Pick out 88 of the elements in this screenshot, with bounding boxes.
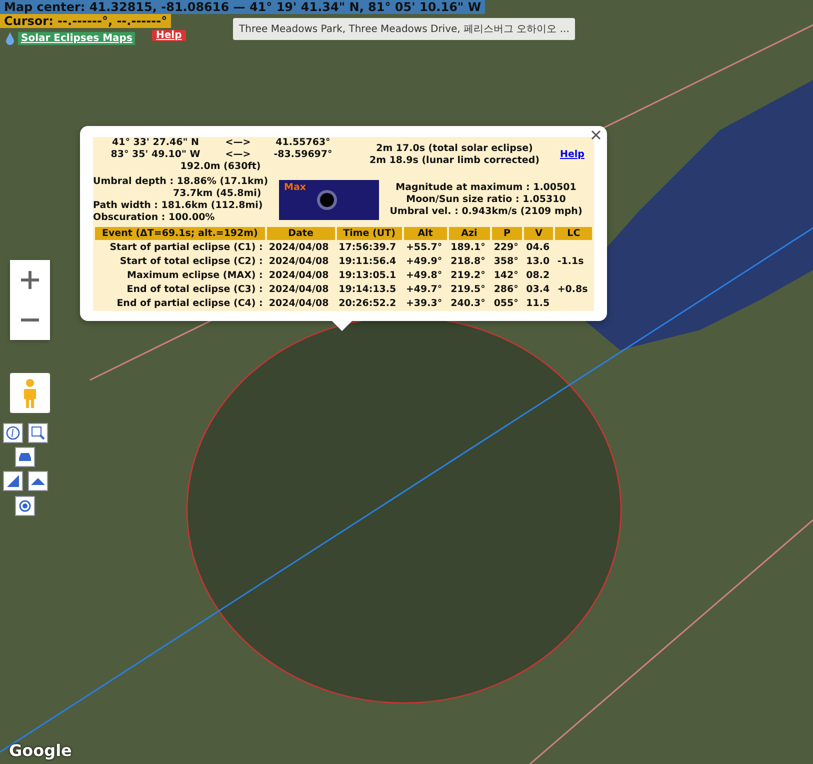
table-cell-text: Start of total eclipse (C2) : (118, 255, 264, 268)
arrow-symbol: <—> (224, 149, 252, 161)
compass-icon (6, 426, 20, 440)
umbra-text: Path width : 181.6km (112.8mi) (93, 200, 263, 212)
umbra-text: Umbral depth : 18.86% (17.1km) (93, 176, 268, 188)
table-cell-text: 11.5 (525, 297, 551, 310)
table-cell-text: 358° (492, 255, 520, 268)
crosshair-icon (18, 499, 32, 513)
umbra-text: 73.7km (45.8mi) (172, 188, 262, 200)
table-cell-text: +49.8° (404, 269, 444, 282)
map-logo: Google (9, 741, 72, 760)
table-cell-text: Maximum eclipse (MAX) : (126, 269, 264, 282)
table-cell-text: 03.4 (525, 283, 551, 296)
table-cell-text: +55.7° (404, 241, 444, 254)
column-header: Event (ΔT=69.1s; alt.=192m) (95, 227, 265, 240)
coordinate-dms: 41° 33' 27.46" N (111, 137, 200, 149)
terrain-button[interactable] (28, 471, 48, 491)
plus-icon (21, 271, 39, 289)
car-button[interactable] (15, 447, 35, 467)
table-cell-text: 19:14:13.5 (338, 283, 398, 296)
table-cell-text: 240.3° (450, 297, 486, 310)
table-cell-text: 13.0 (525, 255, 551, 268)
table-cell-text: Start of partial eclipse (C1) : (108, 241, 264, 254)
zoom-box-button[interactable] (28, 423, 48, 443)
table-cell-text: 2024/04/08 (268, 255, 330, 268)
table-cell-text: 2024/04/08 (268, 297, 330, 310)
table-cell-text: 2024/04/08 (268, 283, 330, 296)
help-link[interactable]: Help (152, 30, 186, 41)
table-cell-text: 20:26:52.2 (338, 297, 398, 310)
table-cell-text: 189.1° (450, 241, 486, 254)
umbra-text: Obscuration : 100.00% (93, 212, 215, 224)
help-link[interactable]: Help (560, 149, 594, 161)
table-cell-text: 142° (492, 269, 520, 282)
table-cell-text: 055° (492, 297, 520, 310)
place-tooltip: Three Meadows Park, Three Meadows Drive, 페리스버그 오하이오 ... (233, 18, 576, 40)
map-center-readout: Map center: 41.32815, -81.08616 — 41° 19' 41.34" N, 81° 05' 10.16" W (0, 0, 486, 14)
column-header: Azi (448, 227, 490, 240)
table-cell-text: 219.5° (450, 283, 486, 296)
table-cell-text: 04.6 (525, 241, 551, 254)
table-cell-text: 229° (492, 241, 520, 254)
table-cell-text: End of partial eclipse (C4) : (116, 297, 264, 310)
magnifier-icon (31, 426, 45, 440)
column-header: Date (266, 227, 335, 240)
minus-icon (21, 318, 39, 322)
table-cell-text: 286° (492, 283, 520, 296)
cursor-readout: Cursor: --.------°, --.------° (0, 14, 172, 28)
table-cell-text: 218.8° (450, 255, 486, 268)
table-cell-text: -1.1s (556, 255, 585, 268)
close-icon (589, 128, 603, 142)
site-link[interactable]: Solar Eclipses Maps (18, 32, 136, 45)
ramp-icon (6, 474, 20, 488)
mountain-icon (31, 476, 45, 486)
table-cell-text: 19:11:56.4 (338, 255, 398, 268)
table-cell-text: End of total eclipse (C3) : (126, 283, 264, 296)
zoom-in-button[interactable] (10, 260, 50, 300)
elevation-button[interactable] (3, 471, 23, 491)
compass-tool-button[interactable] (3, 423, 23, 443)
table-cell-text: +49.7° (404, 283, 444, 296)
pegman-icon (21, 378, 39, 408)
table-cell-text: 2024/04/08 (268, 241, 330, 254)
close-button[interactable] (589, 128, 603, 142)
column-header: P (492, 227, 522, 240)
coordinate-dms: 83° 35' 49.10" W (110, 149, 202, 161)
table-cell-text: 19:13:05.1 (338, 269, 398, 282)
table-cell-text: 2024/04/08 (268, 269, 330, 282)
magnitude-text: Umbral vel. : 0.943km/s (2109 mph) (390, 206, 582, 218)
eclipse-phase-label: Max (284, 182, 306, 194)
column-header: LC (555, 227, 592, 240)
table-cell-text: 17:56:39.7 (338, 241, 398, 254)
column-header: Time (UT) (336, 227, 402, 240)
coordinate-decimal: 41.55763° (274, 137, 332, 149)
duration-text: 2m 17.0s (total solar eclipse) (376, 143, 533, 155)
magnitude-text: Moon/Sun size ratio : 1.05310 (406, 194, 566, 206)
table-cell-text: +39.3° (404, 297, 444, 310)
elevation-text: 192.0m (630ft) (179, 161, 262, 173)
table-cell-text: 219.2° (450, 269, 486, 282)
zoom-out-button[interactable] (10, 300, 50, 340)
table-cell-text: +0.8s (556, 283, 589, 296)
column-header: Alt (404, 227, 447, 240)
coordinate-decimal: -83.59697° (272, 149, 334, 161)
locate-button[interactable] (15, 496, 35, 516)
column-header: V (524, 227, 554, 240)
table-cell-text: 08.2 (525, 269, 551, 282)
duration-text: 2m 18.9s (lunar limb corrected) (370, 155, 540, 167)
magnitude-text: Magnitude at maximum : 1.00501 (396, 182, 576, 194)
arrow-symbol: <—> (224, 137, 252, 149)
droplet-icon (4, 31, 16, 45)
table-cell-text: +49.9° (404, 255, 444, 268)
